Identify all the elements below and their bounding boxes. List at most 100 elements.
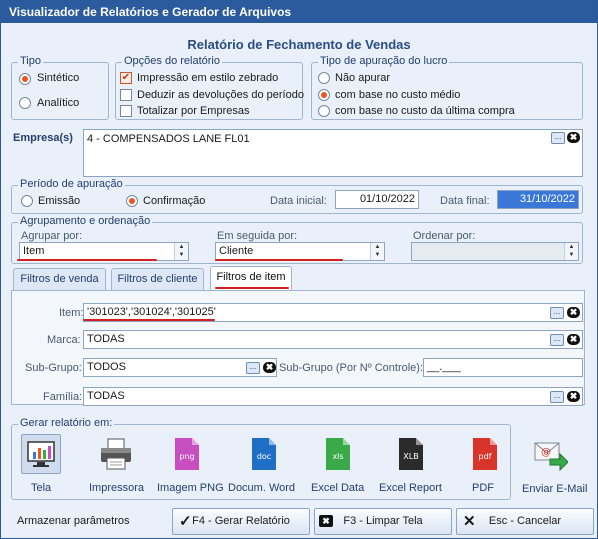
ordenar-select[interactable]: ▲ ▼	[411, 242, 579, 261]
annotation-underline-tab	[215, 287, 289, 289]
ordenar-label: Ordenar por:	[413, 230, 476, 242]
chevron-updown-icon: ▲ ▼	[174, 243, 188, 260]
empresa-field[interactable]: 4 - COMPENSADOS LANE FL01	[83, 129, 583, 177]
close-icon: ✕	[463, 513, 476, 530]
limpar-tela-button[interactable]: ✖ F3 - Limpar Tela	[314, 508, 452, 535]
radio-sintetico-label: Sintético	[37, 72, 80, 84]
subgrupo-label: Sub-Grupo:	[25, 362, 82, 374]
gerar-relatorio-label: F4 - Gerar Relatório	[192, 515, 290, 527]
familia-clear-icon[interactable]: ✖	[567, 391, 580, 402]
opcoes-legend: Opções do relatório	[122, 55, 222, 67]
agrupar-value: Item	[23, 245, 45, 257]
subgrupo-ctrl-label: Sub-Grupo (Por Nº Controle):	[279, 362, 424, 374]
data-inicial-label: Data inicial:	[270, 195, 327, 207]
annotation-underline-seguida	[215, 259, 343, 261]
subgrupo-ctrl-field[interactable]: __.___	[423, 358, 583, 377]
gerar-relatorio-button[interactable]: ✓ F4 - Gerar Relatório	[172, 508, 310, 535]
annotation-underline-agrupar	[17, 259, 157, 261]
tipo-group: Tipo	[11, 55, 109, 120]
radio-analitico[interactable]	[19, 97, 31, 109]
checkbox-totalizar[interactable]	[120, 105, 132, 117]
seguida-label: Em seguida por:	[217, 230, 298, 242]
excel-file-badge: xls	[332, 452, 343, 461]
empresa-lookup-button[interactable]: ...	[551, 132, 565, 144]
marca-field[interactable]: TODAS	[83, 330, 583, 349]
radio-nao-apurar[interactable]	[318, 72, 330, 84]
checkbox-totalizar-label: Totalizar por Empresas	[137, 105, 250, 117]
data-final-input[interactable]: 31/10/2022	[497, 190, 579, 209]
monitor-chart-icon	[27, 441, 55, 467]
checkbox-zebrado-label: Impressão em estilo zebrado	[137, 72, 279, 84]
output-png-label: Imagem PNG	[157, 482, 224, 494]
output-tela-label: Tela	[31, 482, 52, 494]
report-title: Relatório de Fechamento de Vendas	[187, 37, 411, 52]
seguida-value: Cliente	[219, 245, 254, 257]
marca-clear-icon[interactable]: ✖	[567, 334, 580, 345]
chevron-updown-icon: ▲ ▼	[564, 243, 578, 260]
subgrupo-lookup-button[interactable]: ...	[246, 362, 260, 374]
window-title: Visualizador de Relatórios e Gerador de …	[1, 1, 597, 23]
data-inicial-input[interactable]: 01/10/2022	[335, 190, 419, 209]
marca-lookup-button[interactable]: ...	[550, 334, 564, 346]
marca-label: Marca:	[47, 334, 81, 346]
output-tela-button[interactable]	[21, 434, 61, 474]
word-file-icon[interactable]: doc	[250, 437, 278, 471]
pdf-file-badge: pdf	[479, 452, 492, 461]
png-file-icon[interactable]: png	[173, 437, 201, 471]
checkbox-zebrado[interactable]: ✔	[120, 72, 132, 84]
xlb-file-icon[interactable]: XLB	[397, 437, 425, 471]
item-lookup-button[interactable]: ...	[550, 307, 564, 319]
data-final-label: Data final:	[440, 195, 490, 207]
familia-field[interactable]: TODAS	[83, 387, 583, 406]
radio-custo-medio[interactable]	[318, 89, 330, 101]
output-impressora-label: Impressora	[89, 482, 145, 494]
output-xlb-label: Excel Report	[379, 482, 442, 494]
checkbox-devolucoes-label: Deduzir as devoluções do período	[137, 89, 304, 101]
checkbox-devolucoes[interactable]	[120, 89, 132, 101]
annotation-underline-item	[83, 319, 215, 321]
radio-analitico-label: Analítico	[37, 97, 80, 109]
clear-icon: ✖	[319, 515, 333, 527]
tab-filtros-venda[interactable]: Filtros de venda	[13, 268, 106, 290]
xlb-file-badge: XLB	[403, 452, 418, 461]
limpar-tela-label: F3 - Limpar Tela	[343, 515, 423, 527]
word-file-badge: doc	[257, 452, 271, 461]
tab-filtros-cliente[interactable]: Filtros de cliente	[111, 268, 204, 290]
cancelar-button[interactable]: ✕ Esc - Cancelar	[456, 508, 594, 535]
radio-custo-medio-label: com base no custo médio	[335, 89, 461, 101]
radio-sintetico[interactable]	[19, 73, 31, 85]
email-send-icon[interactable]: @	[534, 439, 568, 473]
email-label[interactable]: Enviar E-Mail	[522, 483, 587, 495]
output-excel-label: Excel Data	[311, 482, 365, 494]
excel-file-icon[interactable]: xls	[324, 437, 352, 471]
output-pdf-label: PDF	[472, 482, 494, 494]
armazenar-parametros-label[interactable]: Armazenar parâmetros	[17, 515, 130, 527]
pdf-file-icon[interactable]: pdf	[471, 437, 499, 471]
cancelar-label: Esc - Cancelar	[488, 515, 562, 527]
radio-confirmacao-label: Confirmação	[143, 195, 206, 207]
familia-label: Família:	[43, 391, 83, 403]
radio-emissao[interactable]	[21, 195, 33, 207]
item-clear-icon[interactable]: ✖	[567, 307, 580, 318]
radio-nao-apurar-label: Não apurar	[335, 72, 391, 84]
gerar-legend: Gerar relatório em:	[18, 417, 115, 429]
printer-icon[interactable]	[99, 437, 133, 471]
empresa-value: 4 - COMPENSADOS LANE FL01	[87, 133, 250, 145]
chevron-updown-icon: ▲ ▼	[370, 243, 384, 260]
check-icon: ✓	[179, 513, 192, 530]
report-window: Visualizador de Relatórios e Gerador de …	[0, 0, 598, 539]
png-file-badge: png	[179, 452, 194, 461]
radio-confirmacao[interactable]	[126, 195, 138, 207]
radio-ultima-compra[interactable]	[318, 105, 330, 117]
empresa-clear-icon[interactable]: ✖	[567, 132, 580, 143]
lucro-legend: Tipo de apuração do lucro	[318, 55, 450, 67]
output-word-label: Docum. Word	[228, 482, 296, 494]
subgrupo-clear-icon[interactable]: ✖	[263, 362, 276, 373]
tipo-legend: Tipo	[18, 55, 43, 67]
agrupar-label: Agrupar por:	[21, 230, 83, 242]
periodo-legend: Período de apuração	[18, 178, 125, 190]
radio-ultima-compra-label: com base no custo da última compra	[335, 105, 515, 117]
radio-emissao-label: Emissão	[38, 195, 81, 207]
familia-lookup-button[interactable]: ...	[550, 391, 564, 403]
svg-text:@: @	[541, 447, 551, 458]
